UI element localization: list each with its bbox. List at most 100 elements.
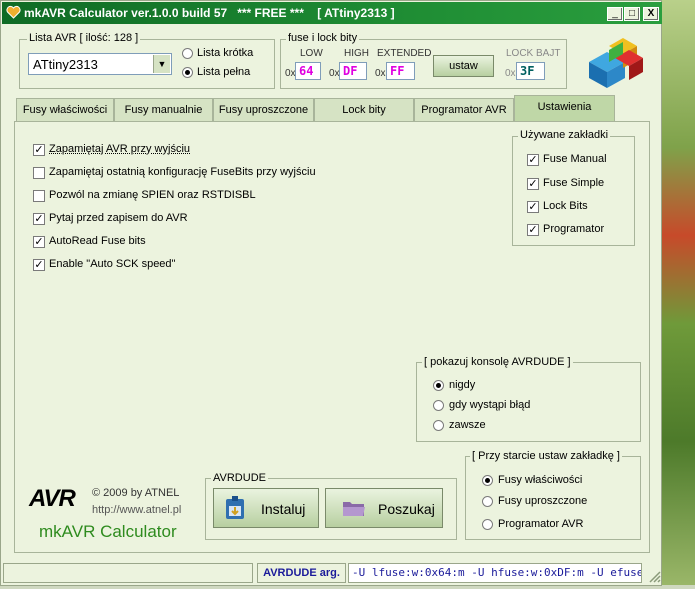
- low-fuse-input[interactable]: 64: [295, 62, 321, 80]
- fuse-manual-label: Fuse Manual: [543, 153, 607, 165]
- tab-fuse-properties[interactable]: Fusy właściwości: [16, 98, 114, 122]
- tab-programmer[interactable]: Programator AVR: [414, 98, 514, 122]
- app-heart-icon: [6, 5, 21, 20]
- fuse-lock-group-title: fuse i lock bity: [286, 32, 360, 44]
- low-prefix: 0x: [285, 68, 296, 79]
- install-label: Instaluj: [261, 501, 306, 517]
- maximize-button[interactable]: □: [624, 7, 640, 21]
- list-full-label: Lista pełna: [197, 66, 251, 78]
- startup-programmer-label: Programator AVR: [498, 518, 584, 530]
- auto-sck-checkbox[interactable]: ✓: [33, 259, 45, 271]
- lock-bits-checkbox[interactable]: ✓: [527, 201, 539, 213]
- high-fuse-value: DF: [343, 64, 358, 78]
- avrdude-args-field[interactable]: -U lfuse:w:0x64:m -U hfuse:w:0xDF:m -U e…: [348, 563, 642, 583]
- desktop-background: [662, 0, 695, 589]
- allow-spien-checkbox[interactable]: [33, 190, 45, 202]
- search-label: Poszukaj: [378, 501, 435, 517]
- startup-tab-title: [ Przy starcie ustaw zakładkę ]: [470, 450, 622, 462]
- fuse-simple-checkbox[interactable]: ✓: [527, 178, 539, 190]
- status-bar: AVRDUDE arg. -U lfuse:w:0x64:m -U hfuse:…: [3, 561, 661, 585]
- search-avrdude-button[interactable]: Poszukaj: [325, 488, 443, 528]
- tab-fuse-manual[interactable]: Fusy manualnie: [114, 98, 213, 122]
- lock-byte-label: LOCK BAJT: [506, 48, 561, 59]
- startup-fuse-simple-radio[interactable]: [482, 496, 493, 507]
- avrdude-args-label-pane: AVRDUDE arg.: [257, 563, 346, 583]
- list-short-radio[interactable]: [182, 48, 193, 59]
- high-prefix: 0x: [329, 68, 340, 79]
- folder-icon: [342, 498, 366, 518]
- app-logo-icon: [585, 34, 647, 94]
- lock-bits-label: Lock Bits: [543, 200, 588, 212]
- window-title: mkAVR Calculator ver.1.0.0 build 57 *** …: [24, 6, 395, 20]
- high-fuse-input[interactable]: DF: [339, 62, 367, 80]
- maximize-icon: □: [628, 8, 636, 19]
- remember-avr-checkbox[interactable]: ✓: [33, 144, 45, 156]
- minimize-icon: _: [612, 8, 618, 19]
- lock-prefix: 0x: [505, 68, 516, 79]
- startup-programmer-radio[interactable]: [482, 519, 493, 530]
- avrdude-args-label: AVRDUDE arg.: [263, 567, 340, 579]
- avrdude-group-title: AVRDUDE: [211, 472, 268, 484]
- ask-before-write-label: Pytaj przed zapisem do AVR: [49, 212, 188, 224]
- set-fuses-button[interactable]: ustaw: [433, 55, 494, 77]
- programmer-checkbox[interactable]: ✓: [527, 224, 539, 236]
- extended-prefix: 0x: [375, 68, 386, 79]
- avr-logo: AVR: [29, 485, 76, 512]
- remember-fusebits-checkbox[interactable]: [33, 167, 45, 179]
- console-never-label: nigdy: [449, 379, 476, 391]
- extended-fuse-value: FF: [390, 64, 405, 78]
- avr-select-value: ATtiny2313: [33, 57, 98, 72]
- install-icon: [224, 496, 246, 520]
- avr-list-group-title: Lista AVR [ ilość: 128 ]: [27, 32, 141, 44]
- lock-byte-value: 3F: [520, 64, 535, 78]
- low-fuse-value: 64: [299, 64, 314, 78]
- avr-select[interactable]: ATtiny2313 ▼: [28, 53, 172, 75]
- avrdude-args-value: -U lfuse:w:0x64:m -U hfuse:w:0xDF:m -U e…: [352, 566, 641, 579]
- website-url[interactable]: http://www.atnel.pl: [92, 504, 181, 516]
- fuse-manual-checkbox[interactable]: ✓: [527, 154, 539, 166]
- autoread-fuse-checkbox[interactable]: ✓: [33, 236, 45, 248]
- extended-fuse-input[interactable]: FF: [386, 62, 415, 80]
- console-group-title: [ pokazuj konsolę AVRDUDE ]: [422, 356, 573, 368]
- startup-fuse-properties-radio[interactable]: [482, 475, 493, 486]
- fuse-simple-label: Fuse Simple: [543, 177, 605, 189]
- tab-label: Fusy uproszczone: [218, 104, 309, 116]
- app-name: mkAVR Calculator: [39, 522, 177, 541]
- high-label: HIGH: [344, 48, 369, 59]
- used-tabs-title: Używane zakładki: [518, 129, 611, 141]
- chevron-down-icon[interactable]: ▼: [153, 55, 170, 73]
- list-full-radio[interactable]: [182, 67, 193, 78]
- tab-label: Lock bity: [342, 104, 386, 116]
- console-never-radio[interactable]: [433, 380, 444, 391]
- close-icon: X: [647, 8, 655, 19]
- status-pane-empty: [3, 563, 253, 583]
- autoread-fuse-label: AutoRead Fuse bits: [49, 235, 146, 247]
- tab-label: Programator AVR: [421, 104, 507, 116]
- console-always-radio[interactable]: [433, 420, 444, 431]
- resize-grip-icon[interactable]: [647, 569, 661, 583]
- ask-before-write-checkbox[interactable]: ✓: [33, 213, 45, 225]
- tab-lock-bits[interactable]: Lock bity: [314, 98, 414, 122]
- startup-fuse-simple-label: Fusy uproszczone: [498, 495, 588, 507]
- list-short-label: Lista krótka: [197, 47, 254, 59]
- app-window: mkAVR Calculator ver.1.0.0 build 57 *** …: [0, 0, 662, 586]
- close-button[interactable]: X: [643, 7, 659, 21]
- console-always-label: zawsze: [449, 419, 486, 431]
- tab-fuse-simple[interactable]: Fusy uproszczone: [213, 98, 314, 122]
- settings-panel: ✓ Zapamiętaj AVR przy wyjściu Zapamiętaj…: [14, 121, 650, 553]
- copyright-text: © 2009 by ATNEL: [92, 487, 180, 499]
- tab-label: Fusy właściwości: [22, 104, 108, 116]
- tab-label: Ustawienia: [537, 101, 592, 113]
- set-fuses-label: ustaw: [449, 60, 478, 72]
- remember-fusebits-label: Zapamiętaj ostatnią konfigurację FuseBit…: [49, 166, 316, 178]
- lock-byte-input[interactable]: 3F: [516, 62, 545, 80]
- console-on-error-radio[interactable]: [433, 400, 444, 411]
- startup-fuse-properties-label: Fusy właściwości: [498, 474, 583, 486]
- minimize-button[interactable]: _: [607, 7, 623, 21]
- install-avrdude-button[interactable]: Instaluj: [213, 488, 319, 528]
- title-bar[interactable]: mkAVR Calculator ver.1.0.0 build 57 *** …: [2, 2, 662, 24]
- programmer-label: Programator: [543, 223, 605, 235]
- extended-label: EXTENDED: [377, 48, 432, 59]
- tab-settings[interactable]: Ustawienia: [514, 95, 615, 122]
- tab-label: Fusy manualnie: [124, 104, 203, 116]
